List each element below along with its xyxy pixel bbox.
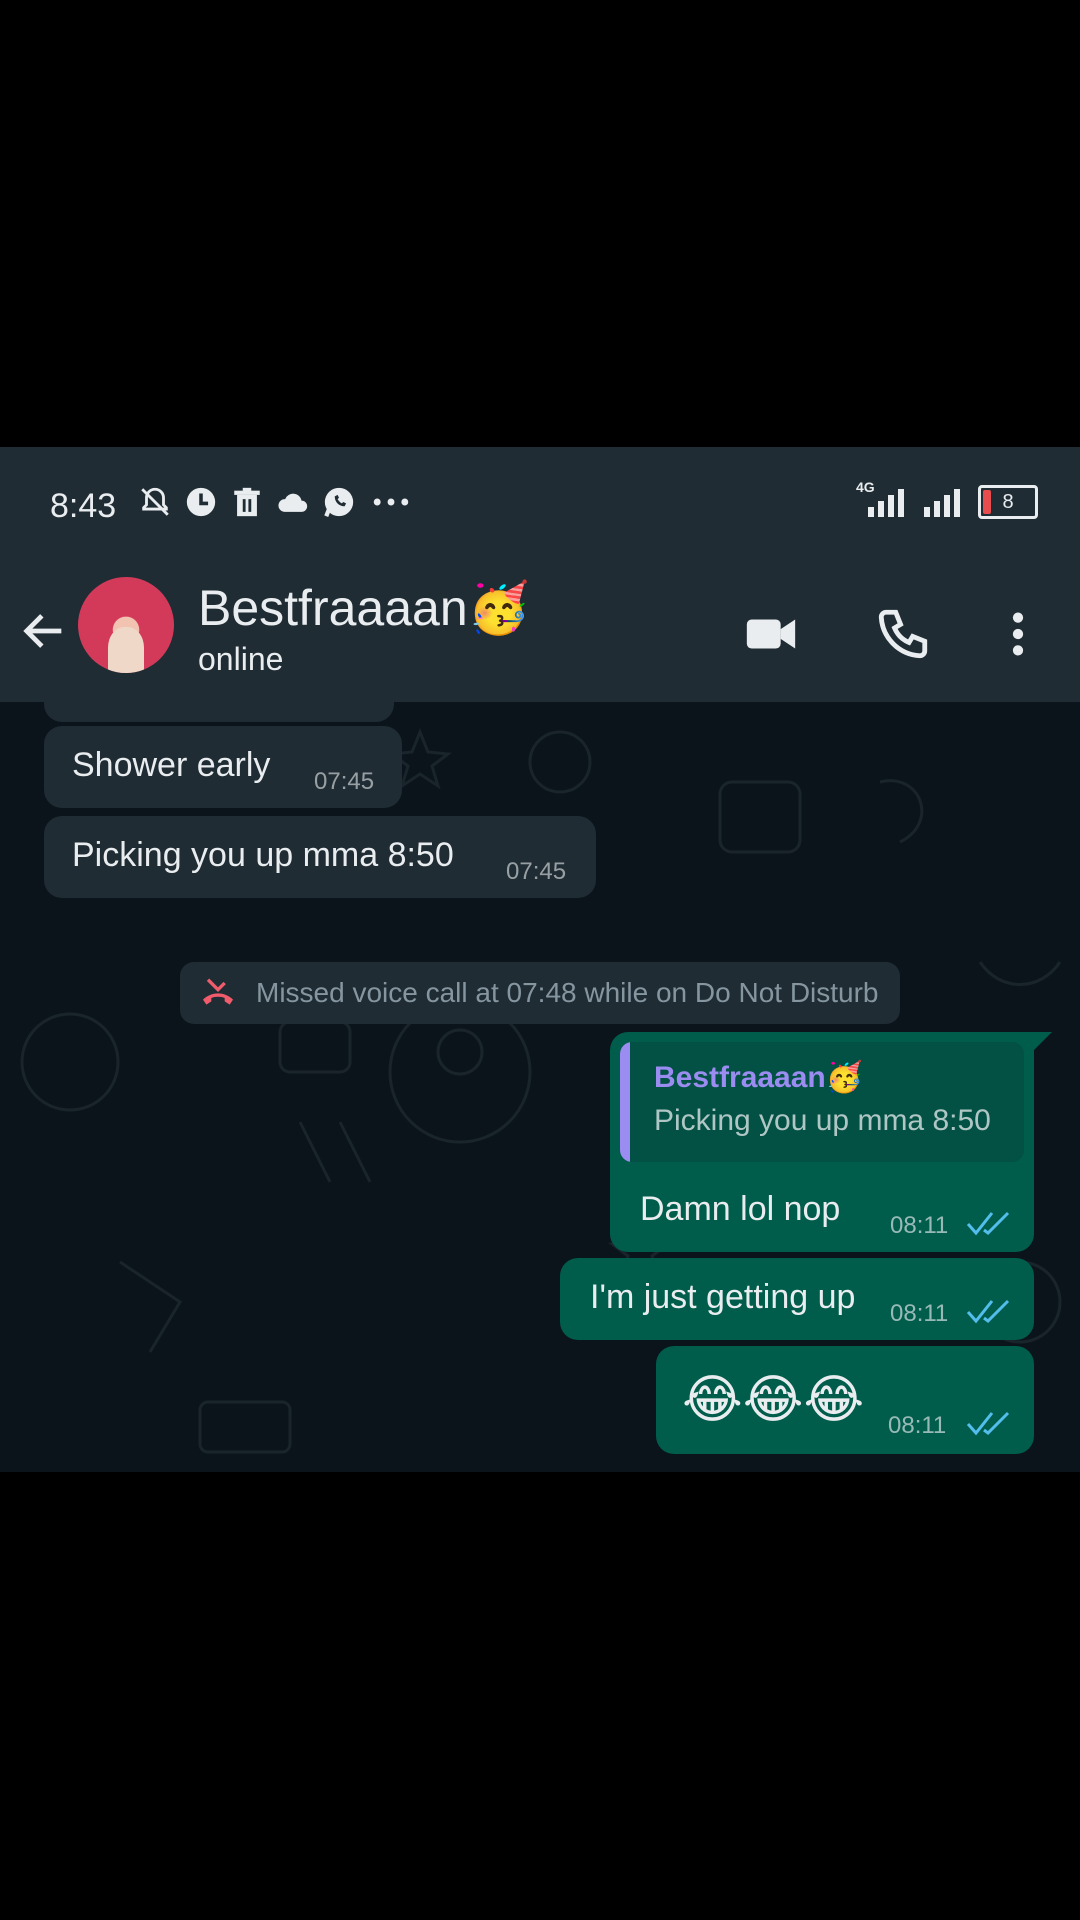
clock-icon [186,487,216,517]
message-bubble-out[interactable]: 😂😂😂 08:11 [656,1346,1034,1454]
contact-name[interactable]: Bestfraaaan🥳 [198,579,530,638]
signal-icon-2 [924,489,960,517]
message-bubble-in[interactable] [44,702,394,722]
battery-icon: 8 [978,485,1038,519]
status-system-icons: 4G 8 [852,479,1038,519]
bubble-tail [1032,1032,1052,1052]
message-time: 07:45 [314,768,375,795]
menu-dots-icon[interactable] [990,605,1046,663]
trash-icon [234,487,260,517]
quoted-message[interactable]: Bestfraaaan🥳 Picking you up mma 8:50 [620,1042,1024,1162]
chat-area[interactable]: Shower early 07:45 Picking you up mma 8:… [0,702,1080,1472]
message-bubble-out-reply[interactable]: Bestfraaaan🥳 Picking you up mma 8:50 Dam… [610,1032,1052,1252]
chat-header: Bestfraaaan🥳 online [0,557,1080,702]
message-text: Shower early [72,746,271,784]
message-bubble-in[interactable]: Shower early 07:45 [44,726,402,808]
message-time: 08:11 [890,1212,949,1239]
message-text: Damn lol nop [640,1190,841,1228]
message-bubble-in[interactable]: Picking you up mma 8:50 07:45 [44,816,596,898]
whatsapp-icon [324,487,354,517]
contact-status: online [198,641,284,677]
contact-avatar[interactable] [78,577,174,673]
battery-level: 8 [1002,490,1014,513]
more-dots-icon [373,498,409,506]
read-ticks-icon [966,1299,1010,1324]
cloud-icon [278,493,308,512]
missed-call-icon [203,978,233,1005]
read-ticks-icon [966,1211,1010,1236]
message-text: 😂😂😂 [682,1371,865,1429]
read-ticks-icon [966,1411,1010,1436]
phone-icon[interactable] [874,605,932,663]
signal-icon: 4G [852,479,908,519]
missed-call-notice: Missed voice call at 07:48 while on Do N… [180,962,900,1024]
phone-screen: 8:43 4G 8 Bestfraaaan🥳 online Shower ear… [0,447,1080,1472]
message-time: 08:11 [890,1300,949,1327]
back-arrow-icon[interactable] [18,605,70,657]
message-time: 07:45 [506,858,567,885]
quote-accent-bar [620,1042,630,1162]
bell-off-icon [141,487,169,516]
video-call-icon[interactable] [742,605,800,663]
missed-call-text: Missed voice call at 07:48 while on Do N… [256,977,879,1008]
status-time: 8:43 [50,487,117,525]
quoted-sender: Bestfraaaan🥳 [654,1061,864,1094]
status-bar: 8:43 4G 8 [0,447,1080,557]
message-time: 08:11 [888,1412,947,1439]
quoted-text: Picking you up mma 8:50 [654,1104,991,1137]
status-notification-icons [138,485,414,519]
message-text: I'm just getting up [590,1278,856,1316]
message-text: Picking you up mma 8:50 [72,836,454,874]
message-bubble-out[interactable]: I'm just getting up 08:11 [560,1258,1034,1340]
